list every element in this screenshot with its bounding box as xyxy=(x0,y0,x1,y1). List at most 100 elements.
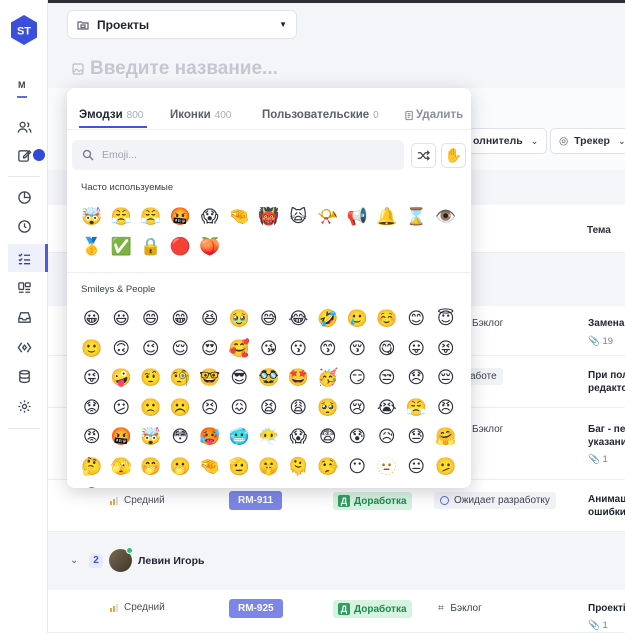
emoji-item[interactable]: 🤭 xyxy=(136,453,166,483)
emoji-item[interactable]: 😋 xyxy=(372,335,402,365)
emoji-item[interactable]: 😟 xyxy=(77,394,107,424)
skin-tone-button[interactable]: ✋ xyxy=(441,143,466,168)
emoji-item[interactable]: 😡 xyxy=(77,423,107,453)
emoji-item[interactable]: 😩 xyxy=(284,394,314,424)
tab-custom[interactable]: Пользовательские 0 xyxy=(262,109,379,121)
emoji-item[interactable]: 😜 xyxy=(77,364,107,394)
row-topic-line1[interactable]: Анимац xyxy=(588,494,625,505)
emoji-item[interactable]: 😉 xyxy=(136,335,166,365)
emoji-item[interactable]: 😃 xyxy=(107,305,137,335)
title-input[interactable]: Введите название... xyxy=(72,58,278,80)
emoji-item[interactable]: 🫥 xyxy=(372,453,402,483)
emoji-item[interactable]: 🫡 xyxy=(225,453,255,483)
task-id-badge[interactable]: RM-925 xyxy=(229,599,283,618)
emoji-item[interactable]: 😤 xyxy=(402,394,432,424)
app-logo-icon[interactable]: ST xyxy=(10,14,38,46)
emoji-search-input[interactable] xyxy=(102,149,382,161)
emoji-item[interactable]: 🔴 xyxy=(166,233,196,263)
emoji-item[interactable]: 😕 xyxy=(107,394,137,424)
database-icon[interactable] xyxy=(14,366,34,386)
board-icon[interactable] xyxy=(14,278,34,298)
group-header[interactable] xyxy=(48,532,625,590)
emoji-item[interactable]: 🥹 xyxy=(225,305,255,335)
emoji-item[interactable]: 🤯 xyxy=(136,423,166,453)
emoji-item[interactable]: 🥲 xyxy=(343,305,373,335)
emoji-item[interactable]: 🥵 xyxy=(195,423,225,453)
row-topic-line2[interactable]: ошибки xyxy=(588,507,625,518)
edit-icon[interactable] xyxy=(14,145,34,165)
emoji-item[interactable]: 🤏 xyxy=(225,203,255,233)
emoji-item[interactable]: 🫠 xyxy=(284,453,314,483)
emoji-item[interactable]: 📢 xyxy=(343,203,373,233)
emoji-item[interactable]: 😤 xyxy=(136,203,166,233)
emoji-item[interactable]: 🤪 xyxy=(107,364,137,394)
emoji-item[interactable]: 😚 xyxy=(343,335,373,365)
assignee-filter[interactable]: олнитель ⌄ xyxy=(464,128,548,154)
emoji-item[interactable]: 🤏 xyxy=(195,453,225,483)
emoji-item[interactable]: 🤣 xyxy=(313,305,343,335)
emoji-item[interactable]: 😌 xyxy=(166,335,196,365)
emoji-item[interactable]: 😐 xyxy=(402,453,432,483)
emoji-item[interactable]: 🥇 xyxy=(77,233,107,263)
emoji-item[interactable]: 😎 xyxy=(225,364,255,394)
emoji-item[interactable]: 🙃 xyxy=(107,335,137,365)
row-topic-line2[interactable]: редакто xyxy=(588,383,625,394)
emoji-item[interactable]: 😠 xyxy=(431,394,461,424)
emoji-item[interactable]: 🤬 xyxy=(107,423,137,453)
emoji-item[interactable]: 😨 xyxy=(313,423,343,453)
emoji-item[interactable]: 😂 xyxy=(284,305,314,335)
emoji-item[interactable]: ⌛ xyxy=(402,203,432,233)
emoji-item[interactable]: 😅 xyxy=(254,305,284,335)
emoji-item[interactable]: 😭 xyxy=(372,394,402,424)
emoji-item[interactable]: 🤨 xyxy=(136,364,166,394)
emoji-item[interactable]: 😤 xyxy=(107,203,137,233)
emoji-item[interactable]: 😓 xyxy=(402,423,432,453)
task-id-badge[interactable]: RM-911 xyxy=(229,491,283,510)
emoji-item[interactable]: 🙀 xyxy=(284,203,314,233)
emoji-item[interactable]: 😱 xyxy=(284,423,314,453)
emoji-item[interactable]: 😶 xyxy=(343,453,373,483)
gear-icon[interactable] xyxy=(14,396,34,416)
emoji-item[interactable]: 😫 xyxy=(254,394,284,424)
emoji-item[interactable]: 👹 xyxy=(254,203,284,233)
emoji-item[interactable]: 😔 xyxy=(431,364,461,394)
emoji-item[interactable]: 😁 xyxy=(166,305,196,335)
delete-button[interactable]: Удалить xyxy=(404,109,463,121)
emoji-item[interactable]: 😆 xyxy=(195,305,225,335)
emoji-item[interactable]: 🫤 xyxy=(431,453,461,483)
tab-emoji[interactable]: Эмодзи 800 xyxy=(79,109,143,121)
emoji-search[interactable] xyxy=(72,140,404,170)
clock-icon[interactable] xyxy=(14,216,34,236)
emoji-item[interactable]: 😱 xyxy=(195,203,225,233)
emoji-item[interactable]: 🤬 xyxy=(166,203,196,233)
emoji-item[interactable]: 😰 xyxy=(343,423,373,453)
row-topic[interactable]: Проекті xyxy=(588,603,625,614)
project-select[interactable]: Проекты ▼ xyxy=(67,10,297,39)
emoji-item[interactable]: 😛 xyxy=(402,335,432,365)
emoji-item[interactable]: 🤩 xyxy=(284,364,314,394)
emoji-item[interactable]: 😘 xyxy=(254,335,284,365)
emoji-item[interactable]: 😳 xyxy=(166,423,196,453)
emoji-item[interactable]: 🧐 xyxy=(166,364,196,394)
emoji-item[interactable]: ☺️ xyxy=(372,305,402,335)
emoji-item[interactable]: 😍 xyxy=(195,335,225,365)
emoji-item[interactable]: 🥸 xyxy=(254,364,284,394)
emoji-item[interactable]: 😀 xyxy=(77,305,107,335)
emoji-item[interactable]: 😗 xyxy=(284,335,314,365)
emoji-item[interactable]: 🫣 xyxy=(107,453,137,483)
emoji-item[interactable]: 😄 xyxy=(136,305,166,335)
emoji-item[interactable]: 🥳 xyxy=(313,364,343,394)
row-topic[interactable]: Замена xyxy=(588,318,624,329)
emoji-item[interactable]: 😶‍🌫️ xyxy=(254,423,284,453)
emoji-item[interactable]: 🍑 xyxy=(195,233,225,263)
emoji-item[interactable]: 🙂 xyxy=(77,335,107,365)
emoji-item[interactable]: 😣 xyxy=(195,394,225,424)
row-topic-line2[interactable]: указани xyxy=(588,437,625,448)
chart-pie-icon[interactable] xyxy=(14,187,34,207)
link-icon[interactable] xyxy=(14,337,34,357)
shuffle-button[interactable] xyxy=(411,143,436,168)
tracker-filter[interactable]: ◎ Трекер ⌄ xyxy=(550,128,625,154)
emoji-item[interactable]: 😞 xyxy=(402,364,432,394)
emoji-item[interactable]: 😒 xyxy=(372,364,402,394)
emoji-item[interactable]: 👁️ xyxy=(431,203,461,233)
